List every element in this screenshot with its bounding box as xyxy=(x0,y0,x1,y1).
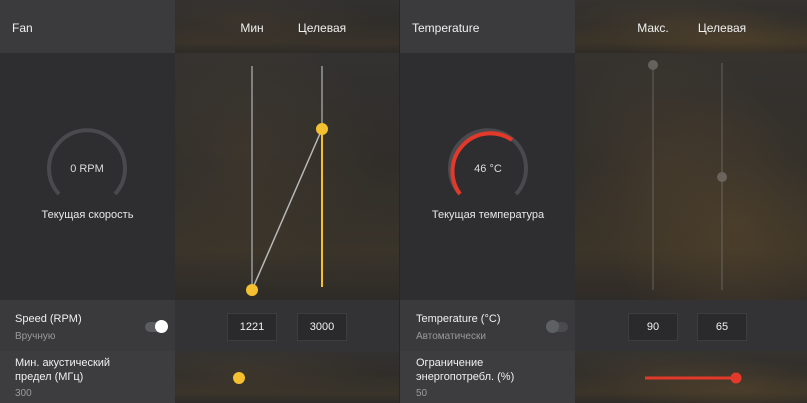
fan-acoustic-label-1: Мин. акустический xyxy=(15,357,111,369)
section-divider xyxy=(399,0,400,403)
fan-col-min: Мин xyxy=(240,21,264,35)
fan-acoustic-value: 300 xyxy=(15,388,32,399)
temp-gauge-value: 46 °C xyxy=(474,163,502,175)
fan-curve-line xyxy=(251,128,323,291)
toggle-knob-icon xyxy=(546,320,559,333)
temp-col-target: Целевая xyxy=(697,21,747,35)
fan-gauge-value: 0 RPM xyxy=(70,163,104,175)
fan-acoustic-label-2: предел (МГц) xyxy=(15,371,84,383)
fan-acoustic-handle xyxy=(233,372,245,384)
temp-title: Temperature xyxy=(412,21,480,35)
fan-header-chart-area xyxy=(175,0,400,53)
fan-title: Fan xyxy=(12,21,33,35)
fan-col-target: Целевая xyxy=(297,21,347,35)
power-limit-label-1: Ограничение xyxy=(416,357,484,369)
temp-max-handle xyxy=(648,60,658,70)
wattman-panel: Fan Мин Целевая 0 RPM Текущая скорость S… xyxy=(0,0,807,403)
temp-gauge-label: Текущая температура xyxy=(431,209,545,221)
fan-curve-svg xyxy=(246,66,328,296)
temp-manual-toggle[interactable] xyxy=(546,320,568,333)
temp-curve-svg xyxy=(648,60,727,290)
power-limit-value: 50 xyxy=(416,388,428,399)
fan-acoustic-slider[interactable] xyxy=(175,351,400,403)
fan-speed-mode: Вручную xyxy=(15,331,56,342)
fan-target-handle xyxy=(316,123,328,135)
fan-target-input[interactable]: 3000 xyxy=(297,313,347,341)
power-limit-handle xyxy=(730,372,742,384)
fan-speed-values-row xyxy=(175,300,400,351)
temp-max-input[interactable]: 90 xyxy=(628,313,678,341)
power-limit-label-2: энергопотребл. (%) xyxy=(416,371,515,383)
temp-target-input[interactable]: 65 xyxy=(697,313,747,341)
fan-min-handle xyxy=(246,284,258,296)
temp-col-max: Макс. xyxy=(637,21,669,35)
fan-min-input[interactable]: 1221 xyxy=(227,313,277,341)
temp-mode: Автоматически xyxy=(416,331,486,342)
temp-values-row xyxy=(575,300,807,351)
fan-gauge-label: Текущая скорость xyxy=(41,209,134,221)
fan-manual-toggle[interactable] xyxy=(145,320,168,333)
temp-label: Temperature (°C) xyxy=(416,313,501,325)
temp-header-chart-area xyxy=(575,0,807,53)
toggle-knob-icon xyxy=(155,320,168,333)
temp-target-handle xyxy=(717,172,727,182)
fan-speed-label: Speed (RPM) xyxy=(15,313,82,325)
power-limit-slider[interactable] xyxy=(575,351,807,403)
